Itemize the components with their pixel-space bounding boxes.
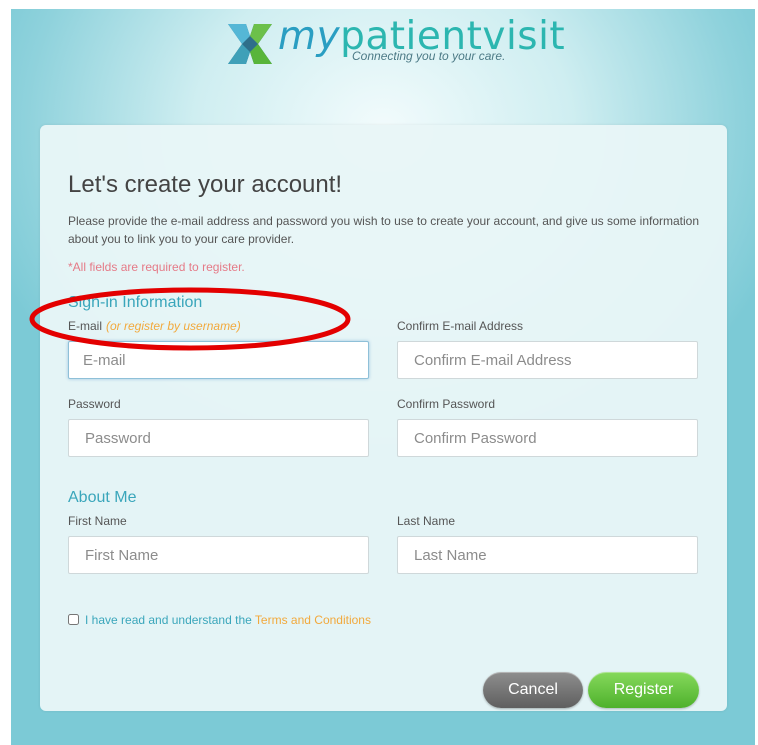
email-hint: (or register by username) [106,319,241,333]
cancel-button[interactable]: Cancel [483,672,583,708]
brand-logo: mypatientvisit Connecting you to your ca… [228,14,565,68]
registration-card: Let's create your account! Please provid… [40,125,727,711]
about-section-heading: About Me [68,489,137,506]
confirm-password-label: Confirm Password [397,397,496,411]
brand-tagline: Connecting you to your care. [352,49,506,63]
intro-text: Please provide the e-mail address and pa… [68,214,700,246]
first-name-label: First Name [68,514,127,528]
terms-link[interactable]: Terms and Conditions [255,613,371,627]
first-name-field[interactable] [68,536,369,574]
register-button[interactable]: Register [588,672,699,708]
email-label-text: E-mail [68,319,103,333]
signin-section-heading: Sign-in Information [68,294,203,311]
email-field[interactable] [68,341,369,379]
confirm-password-field[interactable] [397,419,698,457]
required-note: *All fields are required to register. [68,260,245,274]
confirm-email-field[interactable] [397,341,698,379]
password-label: Password [68,397,121,411]
email-label: E-mail (or register by username) [68,319,241,333]
terms-checkbox[interactable] [68,614,79,625]
logo-mark-icon [228,24,272,64]
password-field[interactable] [68,419,369,457]
brand-word-my: my [278,14,341,59]
last-name-label: Last Name [397,514,456,528]
confirm-email-label: Confirm E-mail Address [397,319,524,333]
terms-row: I have read and understand the Terms and… [68,613,371,627]
last-name-field[interactable] [397,536,698,574]
page-title: Let's create your account! [68,171,343,198]
terms-text: I have read and understand the [85,613,252,627]
